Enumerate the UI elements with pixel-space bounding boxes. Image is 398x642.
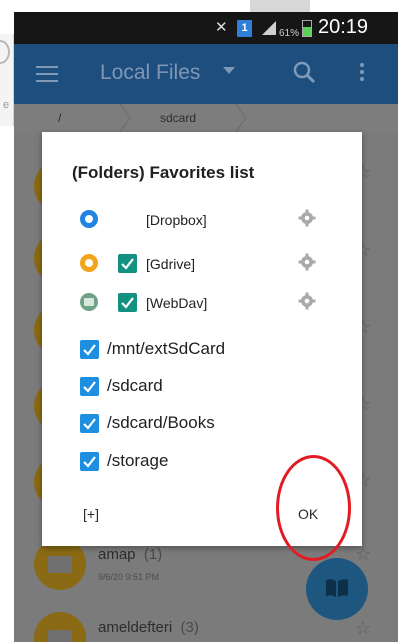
list-item-name[interactable]: ameldefteri (3) — [98, 619, 199, 636]
dropbox-icon — [80, 210, 98, 228]
path-label: /mnt/extSdCard — [107, 339, 226, 358]
path-label: /sdcard/Books — [107, 413, 215, 432]
breadcrumb-sdcard[interactable]: sdcard — [160, 111, 196, 125]
favorite-row-path[interactable]: /mnt/extSdCard — [42, 336, 362, 366]
book-icon — [326, 579, 348, 597]
bookmarks-fab[interactable] — [306, 558, 368, 620]
battery-percent: 61% — [279, 28, 300, 39]
favorite-row-path[interactable]: /sdcard — [42, 373, 362, 403]
gear-icon[interactable] — [298, 253, 316, 271]
more-vert-icon[interactable] — [359, 63, 365, 85]
list-item-name-text: ameldefteri — [98, 619, 173, 636]
top-edge-fragment — [250, 0, 310, 12]
favorite-label: [WebDav] — [146, 295, 208, 311]
battery-icon — [302, 20, 312, 37]
app-title[interactable]: Local Files — [100, 61, 200, 85]
list-item-count: (3) — [180, 619, 199, 636]
path-label: /sdcard — [107, 376, 163, 395]
favorite-row-dropbox[interactable]: [Dropbox] — [42, 203, 362, 237]
breadcrumb: / sdcard — [14, 104, 398, 132]
clock: 20:19 — [318, 16, 369, 38]
chevron-right-icon — [119, 104, 131, 132]
star-icon: ☆ — [355, 544, 372, 564]
gear-icon[interactable] — [298, 292, 316, 310]
left-cut-text: e — [3, 99, 10, 111]
star-icon: ☆ — [355, 618, 372, 638]
mute-icon: ✕ — [215, 19, 228, 36]
webdav-icon — [80, 293, 98, 311]
gear-icon[interactable] — [298, 209, 316, 227]
dropdown-caret-icon[interactable] — [223, 67, 235, 74]
search-icon[interactable] — [292, 60, 318, 86]
path-checkbox[interactable] — [80, 377, 99, 396]
webdav-checkbox[interactable] — [118, 293, 137, 312]
favorite-row-path[interactable]: /sdcard/Books — [42, 410, 362, 440]
menu-icon[interactable] — [36, 66, 58, 82]
path-checkbox[interactable] — [80, 414, 99, 433]
sim-icon: 1 — [237, 20, 252, 37]
path-checkbox[interactable] — [80, 452, 99, 471]
screen: e ✕ 1 61% 20:19 Local Files / sdcard ☆ ☆… — [0, 0, 398, 642]
list-item-name-text: amap — [98, 546, 136, 563]
list-item-date: 9/6/20 9:51 PM — [98, 572, 160, 582]
signal-icon — [262, 21, 276, 35]
breadcrumb-root[interactable]: / — [58, 111, 61, 125]
gdrive-checkbox[interactable] — [118, 254, 137, 273]
favorite-row-gdrive[interactable]: [Gdrive] — [42, 247, 362, 281]
list-item-count: (1) — [143, 546, 163, 563]
favorite-row-webdav[interactable]: [WebDav] — [42, 286, 362, 320]
gdrive-icon — [80, 254, 98, 272]
folder-icon — [34, 612, 86, 642]
annotation-circle — [276, 455, 351, 561]
add-favorite-button[interactable]: [+] — [83, 506, 99, 522]
path-checkbox[interactable] — [80, 340, 99, 359]
app-bar: Local Files — [14, 44, 398, 104]
list-item-name[interactable]: amap (1) — [98, 546, 162, 563]
favorite-label: [Gdrive] — [146, 256, 196, 272]
status-bar: ✕ 1 61% 20:19 — [14, 12, 398, 44]
top-edge — [14, 0, 398, 12]
path-label: /storage — [107, 451, 169, 470]
favorite-label: [Dropbox] — [146, 212, 207, 228]
chevron-right-icon — [235, 104, 247, 132]
dialog-title: (Folders) Favorites list — [72, 163, 255, 182]
